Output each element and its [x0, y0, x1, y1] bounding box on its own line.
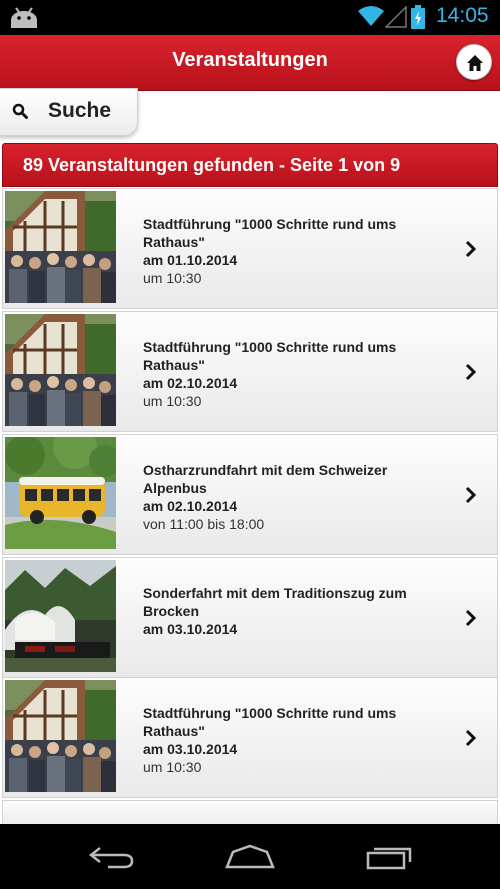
event-texts: Stadtführung "1000 Schritte rund ums Rat… — [143, 215, 443, 287]
event-date: am 02.10.2014 — [143, 375, 238, 391]
event-title: Stadtführung "1000 Schritte rund ums Rat… — [143, 216, 397, 250]
chevron-right-icon — [465, 486, 477, 503]
event-date: am 02.10.2014 — [143, 498, 238, 514]
event-title: Stadtführung "1000 Schritte rund ums Rat… — [143, 705, 397, 739]
event-texts: Ostharzrundfahrt mit dem Schweizer Alpen… — [143, 461, 443, 533]
system-nav-bar — [0, 824, 500, 889]
event-texts: Sonderfahrt mit dem Traditionszug zum Br… — [143, 584, 443, 638]
event-thumbnail — [5, 560, 116, 672]
event-item[interactable]: Stadtführung "1000 Schritte rund ums Rat… — [2, 311, 498, 432]
home-icon — [467, 55, 483, 71]
chevron-right-icon — [465, 609, 477, 626]
event-time: um 10:30 — [143, 759, 202, 775]
event-item[interactable]: Stadtführung "1000 Schritte rund ums Rat… — [2, 188, 498, 309]
event-thumbnail — [5, 437, 116, 549]
recent-apps-icon[interactable] — [366, 844, 414, 870]
status-time: 14:05 — [436, 4, 489, 27]
search-button[interactable]: Suche — [0, 88, 138, 136]
event-item[interactable]: Ostharzrundfahrt mit dem Schweizer Alpen… — [2, 434, 498, 555]
android-icon — [11, 7, 37, 28]
event-date: am 01.10.2014 — [143, 252, 238, 268]
event-thumbnail — [5, 191, 116, 303]
event-texts: Stadtführung "1000 Schritte rund ums Rat… — [143, 338, 443, 410]
event-thumbnail — [5, 680, 116, 792]
battery-icon — [411, 5, 425, 29]
page-title: Veranstaltungen — [172, 49, 328, 71]
home-nav-icon[interactable] — [225, 844, 275, 870]
event-title: Ostharzrundfahrt mit dem Schweizer Alpen… — [143, 462, 388, 496]
results-count: 89 Veranstaltungen gefunden - Seite 1 vo… — [23, 155, 401, 175]
back-icon[interactable] — [88, 844, 136, 870]
signal-icon — [385, 6, 407, 28]
search-button-label: Suche — [48, 99, 112, 122]
chevron-right-icon — [465, 240, 477, 257]
search-icon — [12, 103, 28, 119]
event-time: um 10:30 — [143, 393, 202, 409]
results-bar: 89 Veranstaltungen gefunden - Seite 1 vo… — [2, 143, 498, 187]
event-item[interactable]: Stadtführung "1000 Schritte rund ums Rat… — [2, 677, 498, 798]
event-title: Stadtführung "1000 Schritte rund ums Rat… — [143, 339, 397, 373]
event-date: am 03.10.2014 — [143, 621, 238, 637]
chevron-right-icon — [465, 363, 477, 380]
wifi-icon — [358, 6, 384, 26]
event-texts: Stadtführung "1000 Schritte rund ums Rat… — [143, 704, 443, 776]
event-thumbnail — [5, 314, 116, 426]
app-header: Veranstaltungen — [0, 35, 500, 91]
event-time: um 10:30 — [143, 270, 202, 286]
event-title: Sonderfahrt mit dem Traditionszug zum Br… — [143, 585, 407, 619]
event-date: am 03.10.2014 — [143, 741, 238, 757]
chevron-right-icon — [465, 729, 477, 746]
home-button[interactable] — [456, 44, 492, 80]
event-item[interactable]: Sonderfahrt mit dem Traditionszug zum Br… — [2, 557, 498, 678]
event-time: von 11:00 bis 18:00 — [143, 516, 265, 532]
status-bar: 14:05 — [0, 0, 500, 35]
